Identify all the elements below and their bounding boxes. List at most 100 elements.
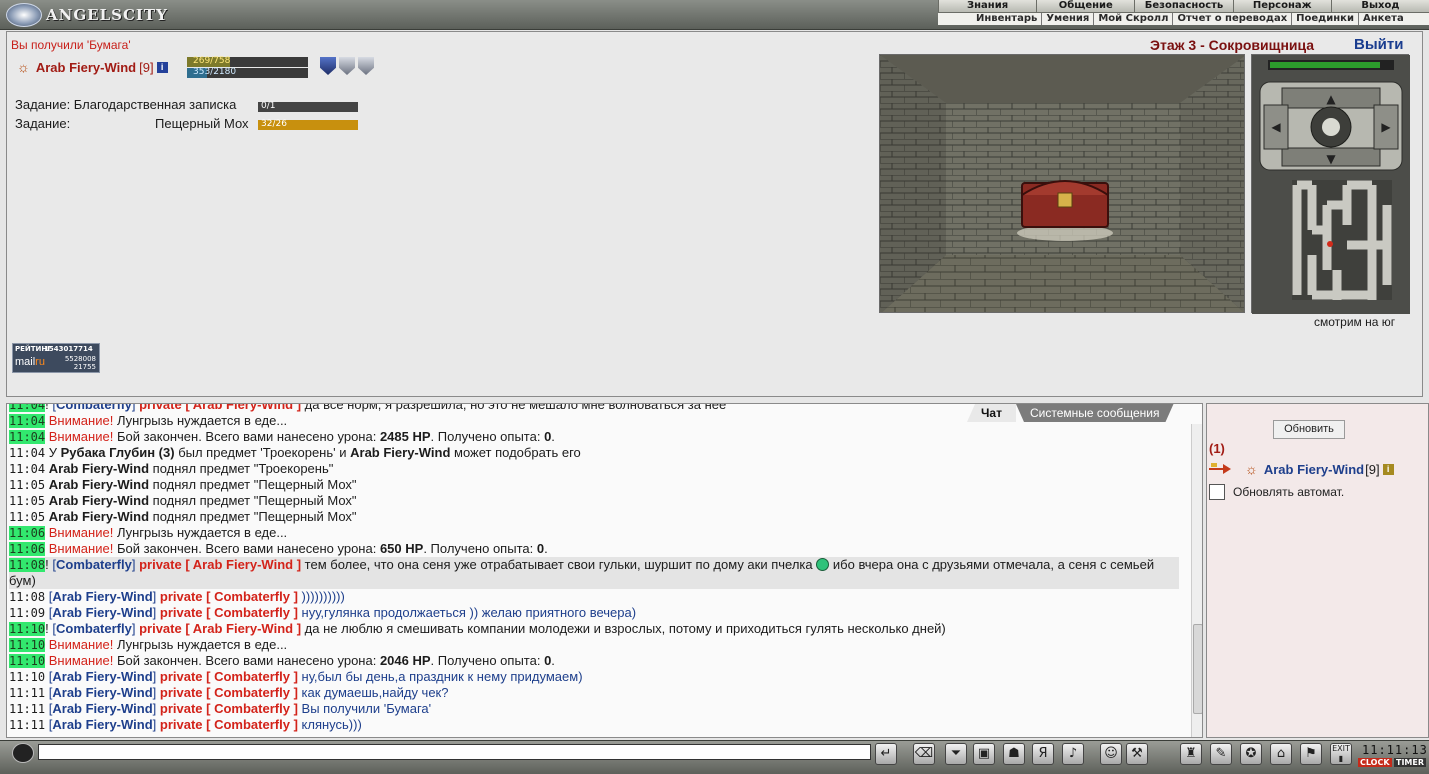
treasure-chest[interactable] xyxy=(1017,180,1113,241)
sender-name[interactable]: Arab Fiery-Wind xyxy=(52,589,152,604)
submenu-inventory[interactable]: Инвентарь xyxy=(938,13,1043,25)
tab-chat[interactable]: Чат xyxy=(967,404,1016,422)
player-name[interactable]: Arab Fiery-Wind xyxy=(350,445,450,460)
house-icon[interactable]: ⌂ xyxy=(1270,743,1292,765)
tab-system-messages[interactable]: Системные сообщения xyxy=(1016,404,1174,422)
clock-timer: 11:11:13 CLOCK TIMER xyxy=(1358,741,1428,773)
mp-bar: 353/2180 xyxy=(187,67,308,78)
player-name[interactable]: Arab Fiery-Wind xyxy=(49,493,149,508)
private-recipient[interactable]: private [ Combaterfly ] xyxy=(160,685,298,700)
chat-time[interactable]: 11:08 xyxy=(9,590,45,604)
clock-label[interactable]: CLOCK xyxy=(1358,758,1392,767)
filter-icon[interactable]: ⏷ xyxy=(945,743,967,765)
chat-time[interactable]: 11:05 xyxy=(9,478,45,492)
menu-znaniya[interactable]: Знания xyxy=(938,0,1037,12)
online-user-name[interactable]: Arab Fiery-Wind xyxy=(1264,462,1364,477)
submenu-profile[interactable]: Анкета xyxy=(1359,13,1408,25)
chat-time[interactable]: 11:05 xyxy=(9,510,45,524)
private-recipient[interactable]: private [ Arab Fiery-Wind ] xyxy=(139,557,301,572)
clan-shield-icon[interactable] xyxy=(320,57,336,75)
translit-icon[interactable]: Я xyxy=(1032,743,1054,765)
sender-name[interactable]: Combaterfly xyxy=(56,621,132,636)
chat-time[interactable]: 11:04 xyxy=(9,430,46,444)
dungeon-view[interactable] xyxy=(879,54,1245,313)
flag-icon[interactable]: ⚑ xyxy=(1300,743,1322,765)
chat-time[interactable]: 11:11 xyxy=(9,702,45,716)
sender-name[interactable]: Arab Fiery-Wind xyxy=(52,605,152,620)
private-recipient[interactable]: private [ Combaterfly ] xyxy=(160,701,298,716)
chat-scrollbar-thumb[interactable] xyxy=(1193,624,1202,714)
private-recipient[interactable]: private [ Arab Fiery-Wind ] xyxy=(139,404,301,412)
menu-bezopasnost[interactable]: Безопасность xyxy=(1134,0,1233,12)
submenu-duels[interactable]: Поединки xyxy=(1292,13,1359,25)
private-recipient[interactable]: private [ Combaterfly ] xyxy=(160,605,298,620)
save-icon[interactable]: ▣ xyxy=(973,743,995,765)
guild-shield-icon[interactable] xyxy=(358,57,374,75)
send-icon[interactable]: ↵ xyxy=(875,743,897,765)
chat-line: 11:05 Arab Fiery-Wind поднял предмет "Пе… xyxy=(9,509,1179,525)
chat-time[interactable]: 11:10 xyxy=(9,654,46,668)
private-recipient[interactable]: private [ Combaterfly ] xyxy=(160,589,298,604)
chat-time[interactable]: 11:06 xyxy=(9,526,46,540)
sender-name[interactable]: Arab Fiery-Wind xyxy=(52,701,152,716)
sender-name[interactable]: Combaterfly xyxy=(56,557,132,572)
eraser-icon[interactable]: ⌫ xyxy=(913,743,935,765)
chat-text: . Получено опыта: xyxy=(430,653,541,668)
svg-text:▼: ▼ xyxy=(1326,152,1336,166)
chat-time[interactable]: 11:04 xyxy=(9,462,45,476)
chat-time[interactable]: 11:09 xyxy=(9,606,45,620)
bag-icon[interactable]: ♜ xyxy=(1180,743,1202,765)
chat-scrollbar[interactable] xyxy=(1191,424,1202,737)
refresh-button[interactable]: Обновить xyxy=(1273,420,1345,439)
exit-link[interactable]: Выйти xyxy=(1354,36,1403,53)
scroll-icon[interactable]: ✎ xyxy=(1210,743,1232,765)
smiley-icon[interactable]: ☺ xyxy=(1100,743,1122,765)
private-recipient[interactable]: private [ Combaterfly ] xyxy=(160,669,298,684)
chat-time[interactable]: 11:05 xyxy=(9,494,45,508)
menu-vyhod[interactable]: Выход xyxy=(1330,0,1429,12)
submenu-transfer-report[interactable]: Отчет о переводах xyxy=(1173,13,1293,25)
chat-mode-icon[interactable] xyxy=(12,743,34,763)
pet-icon[interactable]: ✪ xyxy=(1240,743,1262,765)
chat-time[interactable]: 11:04 xyxy=(9,414,46,428)
timer-label[interactable]: TIMER xyxy=(1394,758,1427,767)
player-name[interactable]: Arab Fiery-Wind xyxy=(49,477,149,492)
submenu-my-scroll[interactable]: Мой Скролл xyxy=(1094,13,1174,25)
chat-input[interactable] xyxy=(38,744,871,760)
player-name[interactable]: Arab Fiery-Wind xyxy=(49,509,149,524)
walk-icon[interactable]: ☗ xyxy=(1003,743,1025,765)
sender-name[interactable]: Combaterfly xyxy=(56,404,132,412)
private-recipient[interactable]: private [ Combaterfly ] xyxy=(160,717,298,732)
menu-obshchenie[interactable]: Общение xyxy=(1036,0,1135,12)
tools-icon[interactable]: ⚒ xyxy=(1126,743,1148,765)
player-name[interactable]: Arab Fiery-Wind xyxy=(49,461,149,476)
chat-time[interactable]: 11:11 xyxy=(9,686,45,700)
chat-time[interactable]: 11:04 xyxy=(9,404,46,412)
mailru-rating-badge[interactable]: РЕЙТИНГ 1543017714 mailru 5528008 21755 xyxy=(12,343,100,373)
online-user: ☼ Arab Fiery-Wind [9] i xyxy=(1209,461,1394,477)
chat-time[interactable]: 11:10 xyxy=(9,670,45,684)
chat-text: может подобрать его xyxy=(454,445,581,460)
info-icon[interactable]: i xyxy=(156,61,168,73)
player-name[interactable]: Arab Fiery-Wind xyxy=(36,60,136,75)
chat-time[interactable]: 11:10 xyxy=(9,638,46,652)
warning-label: Внимание! xyxy=(48,653,114,668)
chat-time[interactable]: 11:08 xyxy=(9,558,46,572)
rank-shield-icon[interactable] xyxy=(339,57,355,75)
direction-compass[interactable]: ▲ ▼ ◀ ▶ xyxy=(1259,81,1403,171)
private-recipient[interactable]: private [ Arab Fiery-Wind ] xyxy=(139,621,301,636)
sender-name[interactable]: Arab Fiery-Wind xyxy=(52,669,152,684)
chat-time[interactable]: 11:06 xyxy=(9,542,46,556)
submenu-skills[interactable]: Умения xyxy=(1042,13,1095,25)
info-icon[interactable]: i xyxy=(1382,463,1394,475)
auto-update-checkbox[interactable] xyxy=(1209,484,1225,500)
sender-name[interactable]: Arab Fiery-Wind xyxy=(52,685,152,700)
menu-personazh[interactable]: Персонаж xyxy=(1232,0,1331,12)
chat-time[interactable]: 11:11 xyxy=(9,718,45,732)
exit-door-icon[interactable]: EXIT ▮ xyxy=(1330,743,1352,765)
chat-time[interactable]: 11:04 xyxy=(9,446,45,460)
sender-name[interactable]: Arab Fiery-Wind xyxy=(52,717,152,732)
sound-icon[interactable]: ♪ xyxy=(1062,743,1084,765)
chat-time[interactable]: 11:10 xyxy=(9,622,46,636)
private-message-arrow-icon[interactable] xyxy=(1209,462,1231,476)
